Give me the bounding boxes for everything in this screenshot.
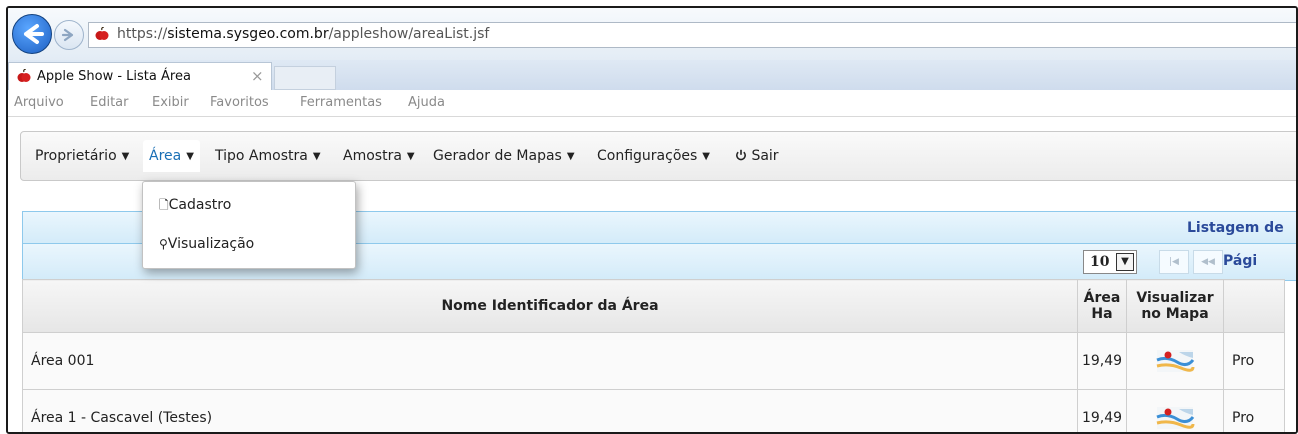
browser-window: https://sistema.sysgeo.com.br/appleshow/… [6, 6, 1298, 434]
caret-down-icon: ▼ [702, 151, 710, 162]
first-page-button[interactable]: |◀ [1159, 250, 1189, 274]
caret-down-icon: ▼ [313, 151, 321, 162]
table-row: Área 1 - Cascavel (Testes) 19,49 Pro [23, 390, 1285, 434]
column-header-map[interactable]: Visualizarno Mapa [1127, 280, 1224, 333]
cell-area-ha: 19,49 [1078, 333, 1127, 390]
url-text: https://sistema.sysgeo.com.br/appleshow/… [117, 26, 489, 42]
cell-extra: Pro [1224, 333, 1285, 390]
menu-editar[interactable]: Editar [90, 95, 129, 110]
cell-map [1127, 333, 1224, 390]
nav-amostra[interactable]: Amostra▼ [343, 148, 415, 164]
tab-apple-show[interactable]: Apple Show - Lista Área × [8, 62, 272, 91]
tab-title: Apple Show - Lista Área [37, 69, 191, 84]
cell-extra: Pro [1224, 390, 1285, 434]
close-tab-icon[interactable]: × [251, 67, 264, 85]
caret-down-icon: ▼ [407, 151, 415, 162]
nav-gerador-de-mapas[interactable]: Gerador de Mapas▼ [433, 148, 575, 164]
areas-table: Nome Identificador da Área ÁreaHa Visual… [22, 279, 1285, 434]
dropdown-item-visualizacao[interactable]: ⚲Visualização [159, 236, 254, 252]
search-icon: ⚲ [159, 237, 168, 251]
listing-title: Listagem de [1187, 220, 1284, 236]
address-bar-area: https://sistema.sysgeo.com.br/appleshow/… [8, 8, 1296, 60]
map-view-icon[interactable] [1155, 346, 1195, 376]
url-field[interactable]: https://sistema.sysgeo.com.br/appleshow/… [88, 22, 1298, 48]
page-label: Pági [1223, 253, 1257, 269]
apple-favicon-icon [17, 69, 31, 83]
document-icon: 🗋 [159, 198, 169, 212]
table-header-row: Nome Identificador da Área ÁreaHa Visual… [23, 280, 1285, 333]
menu-favoritos[interactable]: Favoritos [210, 95, 269, 110]
column-header-area[interactable]: ÁreaHa [1078, 280, 1127, 333]
arrow-right-icon [55, 21, 83, 49]
menu-ajuda[interactable]: Ajuda [408, 95, 445, 110]
menu-exibir[interactable]: Exibir [152, 95, 189, 110]
column-header-name[interactable]: Nome Identificador da Área [23, 280, 1078, 333]
cell-map [1127, 390, 1224, 434]
nav-sair[interactable]: Sair [735, 148, 779, 164]
nav-tipo-amostra[interactable]: Tipo Amostra▼ [215, 148, 321, 164]
cell-area-ha: 19,49 [1078, 390, 1127, 434]
arrow-left-icon [13, 15, 51, 53]
area-dropdown-menu: 🗋Cadastro ⚲Visualização [142, 181, 356, 269]
rows-per-page-select[interactable]: 10 ▼ [1083, 250, 1137, 274]
nav-area[interactable]: Área▼ [143, 140, 200, 172]
apple-favicon-icon [95, 27, 109, 41]
prev-page-button[interactable]: ◀◀ [1193, 250, 1223, 274]
power-icon [735, 149, 747, 161]
table-row: Área 001 19,49 Pro [23, 333, 1285, 390]
new-tab-button[interactable] [274, 66, 336, 90]
caret-down-icon: ▼ [567, 151, 575, 162]
nav-configuracoes[interactable]: Configurações▼ [597, 148, 710, 164]
browser-menu-bar: Arquivo Editar Exibir Favoritos Ferramen… [8, 90, 1296, 116]
tab-strip: Apple Show - Lista Área × [8, 60, 1296, 91]
cell-area-name: Área 001 [23, 333, 1078, 390]
back-button[interactable] [12, 14, 52, 54]
chevron-down-icon: ▼ [1116, 253, 1134, 271]
nav-proprietario[interactable]: Proprietário▼ [35, 148, 129, 164]
dropdown-item-cadastro[interactable]: 🗋Cadastro [159, 196, 231, 217]
menu-ferramentas[interactable]: Ferramentas [300, 95, 382, 110]
menu-arquivo[interactable]: Arquivo [14, 95, 64, 110]
rows-per-page-value: 10 [1090, 254, 1109, 270]
app-content: Proprietário▼ Área▼ Tipo Amostra▼ Amostr… [8, 116, 1296, 432]
caret-down-icon: ▼ [122, 151, 130, 162]
main-navbar: Proprietário▼ Área▼ Tipo Amostra▼ Amostr… [20, 131, 1298, 181]
caret-down-icon: ▼ [186, 151, 194, 162]
map-view-icon[interactable] [1155, 403, 1195, 433]
cell-area-name: Área 1 - Cascavel (Testes) [23, 390, 1078, 434]
column-header-extra [1224, 280, 1285, 333]
forward-button[interactable] [54, 20, 84, 50]
